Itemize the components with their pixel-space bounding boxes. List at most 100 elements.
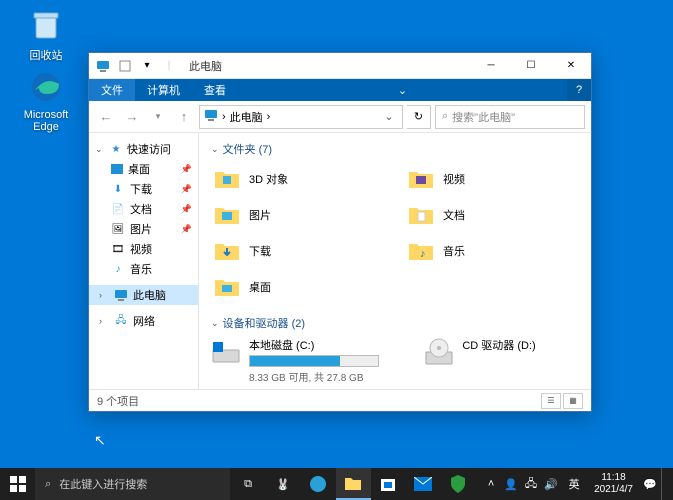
downloads-icon: ⬇ <box>111 182 125 196</box>
tray-overflow-icon[interactable]: ˄ <box>482 468 500 500</box>
pin-icon: 📌 <box>181 204 192 215</box>
desktop-icon-label: Microsoft Edge <box>16 109 76 133</box>
close-button[interactable]: ✕ <box>551 53 591 79</box>
status-item-count: 9 个项目 <box>97 393 139 409</box>
explorer-window: ▾ | 此电脑 ─ ☐ ✕ 文件 计算机 查看 ⌄ ? ← → ▾ ↑ › 此电… <box>88 52 592 412</box>
hdd-icon <box>211 337 241 367</box>
folder-icon <box>213 273 241 301</box>
taskbar-clock[interactable]: 11:18 2021/4/7 <box>588 472 639 496</box>
drive-usage-bar <box>249 355 379 367</box>
show-desktop-button[interactable] <box>661 468 667 500</box>
folder-desktop[interactable]: 桌面 <box>211 271 385 303</box>
desktop-icon-recycle-bin[interactable]: 回收站 <box>16 6 76 63</box>
folder-icon <box>407 201 435 229</box>
sidebar-item-pictures[interactable]: 🖼图片📌 <box>89 219 198 239</box>
qat-properties-icon[interactable] <box>115 56 135 76</box>
maximize-button[interactable]: ☐ <box>511 53 551 79</box>
refresh-button[interactable]: ↻ <box>407 105 431 129</box>
taskbar-mascot-icon[interactable]: 🐰 <box>266 468 301 500</box>
sidebar-item-downloads[interactable]: ⬇下载📌 <box>89 179 198 199</box>
drive-label: CD 驱动器 (D:) <box>462 337 579 353</box>
thispc-small-icon <box>204 109 218 124</box>
taskbar-app-store[interactable] <box>371 468 406 500</box>
folder-downloads[interactable]: 下载 <box>211 235 385 267</box>
search-icon: ⌕ <box>45 478 51 491</box>
folder-documents[interactable]: 文档 <box>405 199 579 231</box>
ribbon-expand-icon[interactable]: ⌄ <box>391 79 415 101</box>
nav-forward-button[interactable]: → <box>121 106 143 128</box>
folder-music[interactable]: ♪音乐 <box>405 235 579 267</box>
desktop-icon-label: 回收站 <box>16 47 76 63</box>
search-placeholder: 搜索"此电脑" <box>452 109 515 125</box>
taskbar-app-explorer[interactable] <box>336 468 371 500</box>
section-title: 文件夹 (7) <box>223 141 273 157</box>
section-folders-header[interactable]: ⌄ 文件夹 (7) <box>211 141 579 157</box>
taskbar-app-mail[interactable] <box>406 468 441 500</box>
action-center-icon[interactable]: 💬 <box>641 468 659 500</box>
tray-volume-icon[interactable]: 🔊 <box>542 468 560 500</box>
search-icon: ⌕ <box>442 110 448 123</box>
status-bar: 9 个项目 ☰ ▦ <box>89 389 591 411</box>
minimize-button[interactable]: ─ <box>471 53 511 79</box>
nav-back-button[interactable]: ← <box>95 106 117 128</box>
address-dropdown-icon[interactable]: ⌄ <box>380 110 398 123</box>
view-details-button[interactable]: ☰ <box>541 393 561 409</box>
tab-computer[interactable]: 计算机 <box>135 79 192 101</box>
sidebar-item-thispc[interactable]: ›此电脑 <box>89 285 198 305</box>
folder-videos[interactable]: 视频 <box>405 163 579 195</box>
tray-people-icon[interactable]: 👤 <box>502 468 520 500</box>
view-large-button[interactable]: ▦ <box>563 393 583 409</box>
folder-icon <box>407 165 435 193</box>
taskbar-search[interactable]: ⌕在此键入进行搜索 <box>35 468 230 500</box>
folder-icon <box>213 237 241 265</box>
address-bar[interactable]: › 此电脑 › ⌄ <box>199 105 403 129</box>
drive-local-c[interactable]: 本地磁盘 (C:) 8.33 GB 可用, 共 27.8 GB <box>211 337 404 384</box>
chevron-right-icon: › <box>99 290 109 300</box>
videos-icon: 🎞 <box>111 242 125 256</box>
sidebar-item-videos[interactable]: 🎞视频 <box>89 239 198 259</box>
folder-icon <box>213 165 241 193</box>
drive-label: 本地磁盘 (C:) <box>249 337 404 353</box>
drive-cd-d[interactable]: CD 驱动器 (D:) <box>424 337 579 384</box>
star-icon: ★ <box>109 142 123 156</box>
sidebar-item-desktop[interactable]: 桌面📌 <box>89 159 198 179</box>
help-button[interactable]: ? <box>567 79 591 101</box>
search-input[interactable]: ⌕ 搜索"此电脑" <box>435 105 585 129</box>
nav-up-button[interactable]: ↑ <box>173 106 195 128</box>
breadcrumb-sep: › <box>222 111 226 123</box>
chevron-down-icon: ⌄ <box>211 144 219 155</box>
folder-pictures[interactable]: 图片 <box>211 199 385 231</box>
tab-view[interactable]: 查看 <box>192 79 238 101</box>
sidebar-quick-access[interactable]: ⌄ ★ 快速访问 <box>89 139 198 159</box>
start-button[interactable] <box>0 468 35 500</box>
cursor-icon: ↖ <box>94 432 106 449</box>
qat-dropdown-icon[interactable]: ▾ <box>137 56 157 76</box>
ribbon-tabs: 文件 计算机 查看 ⌄ ? <box>89 79 591 101</box>
tray-network-icon[interactable]: 🖧 <box>522 468 540 500</box>
taskview-button[interactable]: ⧉ <box>230 468 265 500</box>
pin-icon: 📌 <box>181 164 192 175</box>
breadcrumb-sep: › <box>267 111 271 123</box>
desktop-icon-edge[interactable]: Microsoft Edge <box>16 68 76 133</box>
breadcrumb-location[interactable]: 此电脑 <box>230 109 263 125</box>
tray-ime-icon[interactable]: 英 <box>562 468 586 500</box>
folder-3d-objects[interactable]: 3D 对象 <box>211 163 385 195</box>
content-pane: ⌄ 文件夹 (7) 3D 对象 视频 图片 文档 下载 ♪音乐 桌面 ⌄ 设备和… <box>199 133 591 389</box>
taskbar-app-edge[interactable] <box>301 468 336 500</box>
sidebar-item-network[interactable]: ›🖧网络 <box>89 311 198 331</box>
recycle-bin-icon <box>27 6 65 44</box>
sidebar-item-music[interactable]: ♪音乐 <box>89 259 198 279</box>
sidebar-item-documents[interactable]: 📄文档📌 <box>89 199 198 219</box>
nav-recent-dropdown[interactable]: ▾ <box>147 106 169 128</box>
thispc-icon <box>114 288 128 302</box>
section-drives-header[interactable]: ⌄ 设备和驱动器 (2) <box>211 315 579 331</box>
tab-file[interactable]: 文件 <box>89 79 135 101</box>
thispc-icon <box>93 56 113 76</box>
desktop-icon <box>111 164 123 174</box>
security-shield-icon[interactable] <box>441 468 476 500</box>
folder-icon: ♪ <box>407 237 435 265</box>
titlebar[interactable]: ▾ | 此电脑 ─ ☐ ✕ <box>89 53 591 79</box>
svg-text:♪: ♪ <box>420 248 426 260</box>
window-title: 此电脑 <box>183 58 471 74</box>
navigation-pane: ⌄ ★ 快速访问 桌面📌 ⬇下载📌 📄文档📌 🖼图片📌 🎞视频 ♪音乐 ›此电脑… <box>89 133 199 389</box>
